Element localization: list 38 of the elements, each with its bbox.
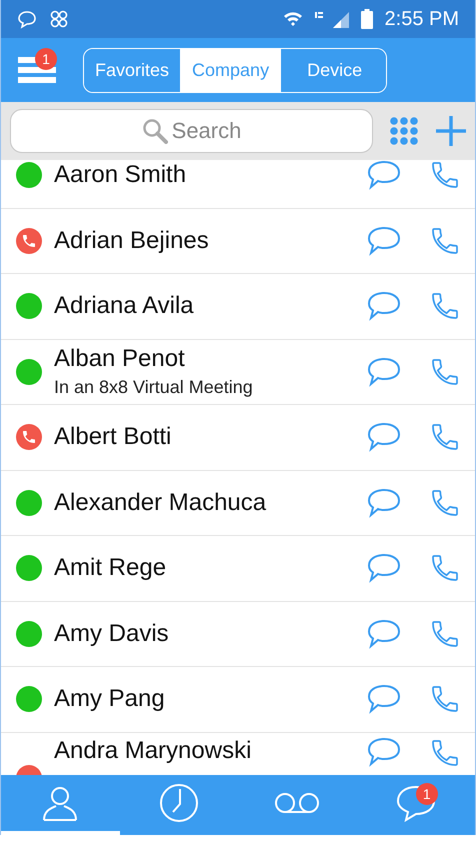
contact-name: Adrian Bejines (54, 226, 210, 255)
contact-name: Andra Marynowski (54, 736, 252, 764)
clock-icon (158, 783, 199, 823)
notification-badge: 1 (416, 783, 438, 805)
segment-tab[interactable]: Device (280, 48, 386, 92)
signal-icon (314, 10, 349, 28)
segment-tab[interactable]: Company (180, 48, 280, 92)
chat-bubble-icon (17, 9, 37, 29)
contact-name: Amy Davis (54, 620, 170, 648)
search-field[interactable]: Search (10, 109, 373, 153)
add-button[interactable] (435, 115, 467, 147)
voicemail-icon (274, 791, 320, 815)
message-button[interactable] (367, 422, 401, 452)
message-button[interactable] (367, 226, 401, 256)
contact-name: Albert Botti (54, 423, 172, 452)
contact-name: Alexander Machuca (54, 488, 268, 517)
keypad-button[interactable] (389, 116, 419, 146)
contact-status-note: In an 8x8 Virtual Meeting (54, 377, 254, 398)
message-button[interactable] (367, 736, 401, 766)
message-button[interactable] (367, 488, 401, 518)
contact-name: Alban Penot (54, 345, 186, 374)
contact-name: Amit Rege (54, 554, 168, 582)
battery-icon (360, 9, 373, 29)
contact-name: Adriana Avila (54, 292, 195, 320)
message-button[interactable] (367, 684, 401, 714)
clover-icon (49, 9, 69, 29)
message-button[interactable] (367, 160, 401, 190)
message-button[interactable] (367, 291, 401, 322)
notification-badge: 1 (35, 48, 57, 70)
message-button[interactable] (367, 356, 401, 387)
message-button[interactable] (367, 618, 401, 649)
contact-name: Amy Pang (54, 685, 166, 714)
message-button[interactable] (367, 553, 401, 584)
status-time: 2:55 PM (384, 8, 459, 30)
search-icon (142, 118, 168, 144)
wifi-icon (282, 10, 303, 28)
contact-name: Aaron Smith (54, 161, 188, 190)
chat-bubble-icon (396, 784, 436, 822)
